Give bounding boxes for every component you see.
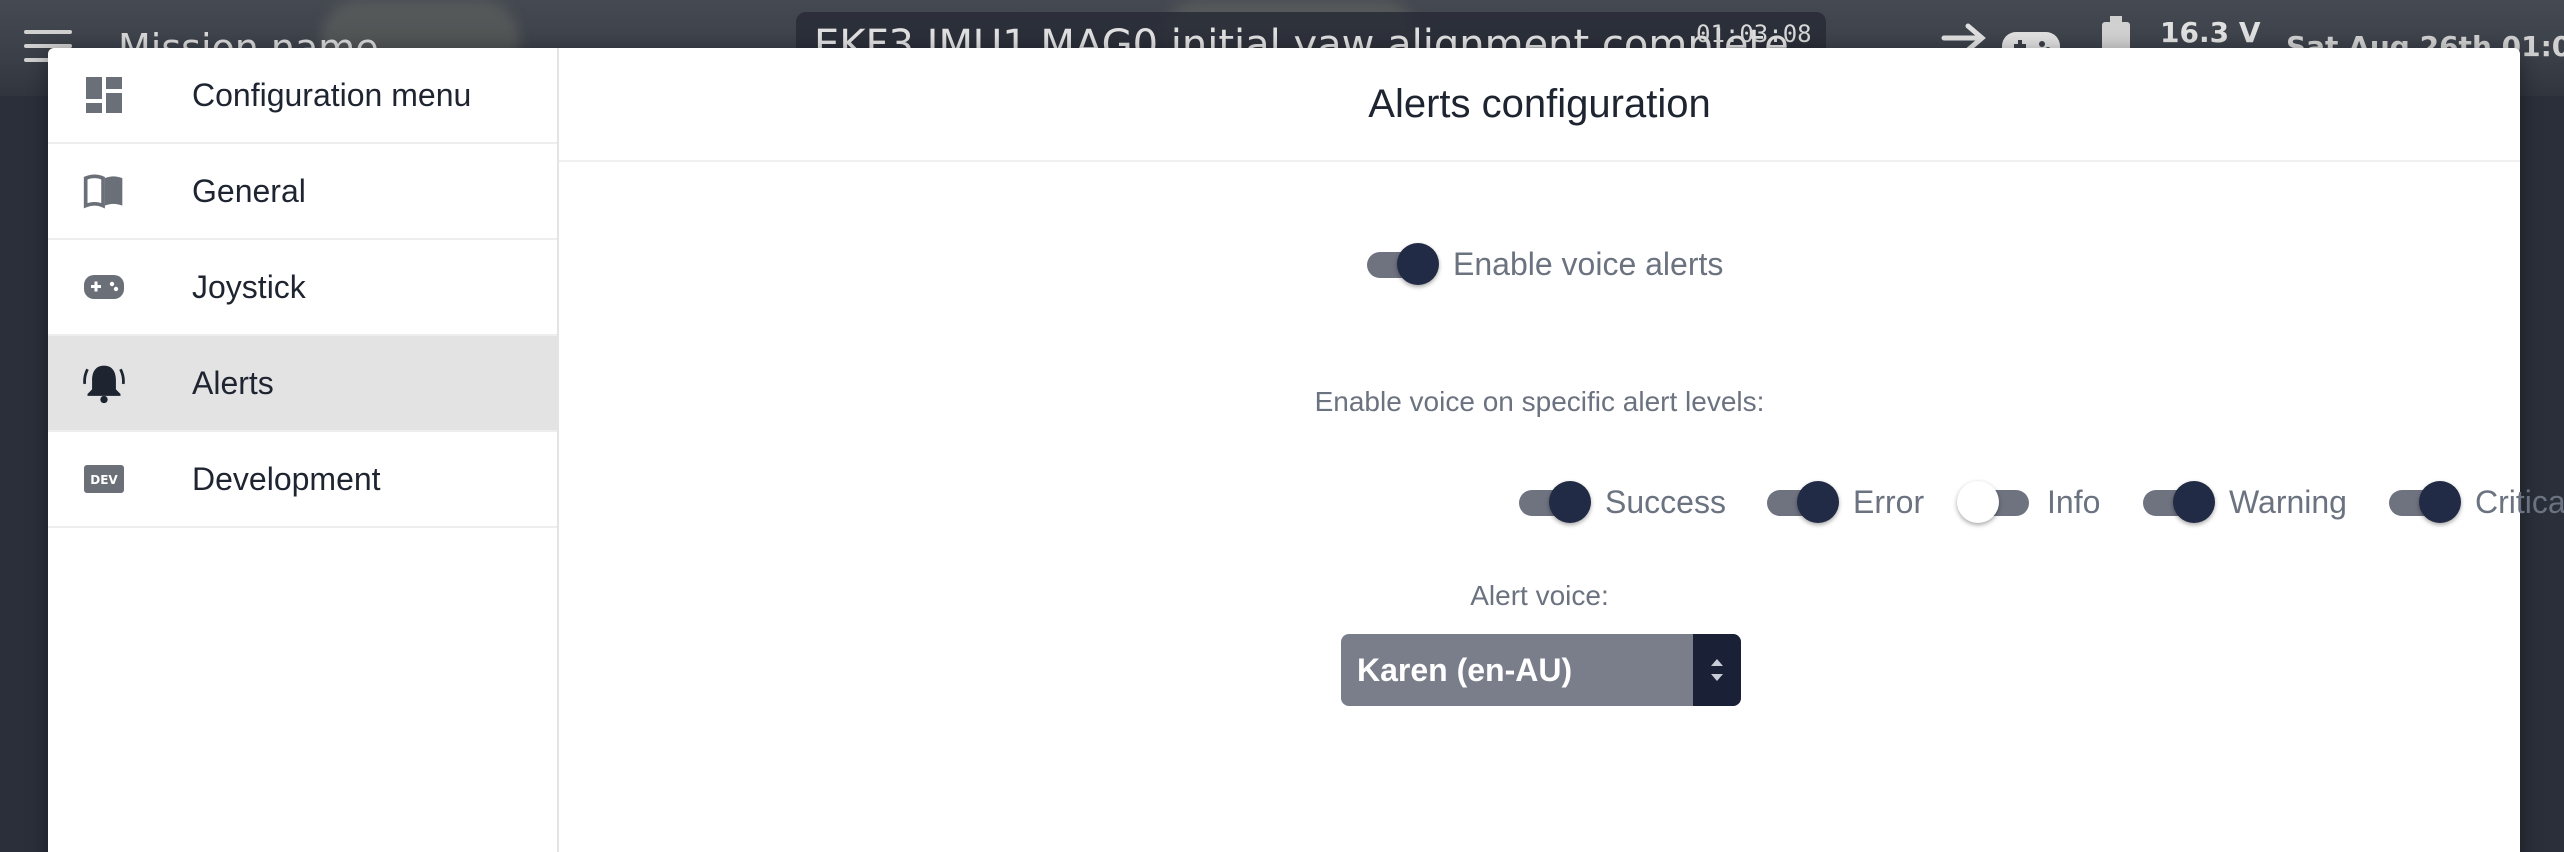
sidebar-item-label: Joystick	[192, 268, 306, 305]
level-toggle-error[interactable]: Error	[1763, 480, 1924, 524]
select-arrows-icon[interactable]	[1693, 634, 1741, 706]
success-switch[interactable]	[1515, 480, 1591, 524]
page-title: Alerts configuration	[1368, 81, 1711, 126]
alert-voice-select[interactable]: Karen (en-AU)	[1341, 634, 1741, 706]
enable-voice-alerts-label: Enable voice alerts	[1453, 245, 1724, 282]
sidebar-item-joystick[interactable]: Joystick	[48, 240, 557, 336]
level-toggle-critical[interactable]: Critical	[2385, 480, 2564, 524]
level-label: Warning	[2229, 483, 2347, 520]
panel-header: Alerts configuration	[559, 48, 2520, 162]
error-switch[interactable]	[1763, 480, 1839, 524]
enable-voice-alerts-toggle-row[interactable]: Enable voice alerts	[1363, 242, 1723, 286]
dashboard-icon	[82, 73, 126, 117]
info-switch[interactable]	[1957, 480, 2033, 524]
battery-voltage: 16.3 V	[2160, 16, 2261, 49]
sidebar-item-label: Configuration menu	[192, 76, 472, 113]
sidebar-item-development[interactable]: DEV Development	[48, 432, 557, 528]
book-icon	[82, 169, 126, 213]
sidebar-item-general[interactable]: General	[48, 144, 557, 240]
svg-text:DEV: DEV	[90, 473, 118, 487]
level-label: Info	[2047, 483, 2101, 520]
sidebar-item-label: Development	[192, 460, 381, 497]
warning-switch[interactable]	[2139, 480, 2215, 524]
bell-ring-icon	[82, 361, 126, 405]
config-sidebar: Configuration menu General Joystick Aler…	[48, 48, 559, 852]
level-toggle-info[interactable]: Info	[1957, 480, 2100, 524]
dev-icon: DEV	[82, 457, 126, 501]
alerts-config-panel: Alerts configuration Enable voice alerts…	[559, 48, 2564, 852]
level-label: Error	[1853, 483, 1925, 520]
alert-time: 01:03:08	[1696, 20, 1812, 48]
level-toggle-success[interactable]: Success	[1515, 480, 1726, 524]
alert-voice-value: Karen (en-AU)	[1357, 652, 1573, 688]
gamepad-icon	[82, 265, 126, 309]
alert-levels-title: Enable voice on specific alert levels:	[1314, 386, 1765, 417]
critical-switch[interactable]	[2385, 480, 2461, 524]
configuration-dialog: Configuration menu General Joystick Aler…	[48, 48, 2564, 852]
level-label: Success	[1605, 483, 1726, 520]
level-toggle-warning[interactable]: Warning	[2139, 480, 2347, 524]
sidebar-item-configuration-menu[interactable]: Configuration menu	[48, 48, 557, 144]
enable-voice-alerts-switch[interactable]	[1363, 242, 1439, 286]
sidebar-item-label: General	[192, 172, 306, 209]
level-label: Critical	[2475, 483, 2564, 520]
sidebar-item-label: Alerts	[192, 364, 274, 401]
sidebar-item-alerts[interactable]: Alerts	[48, 336, 557, 432]
alert-voice-title: Alert voice:	[1470, 580, 1609, 611]
